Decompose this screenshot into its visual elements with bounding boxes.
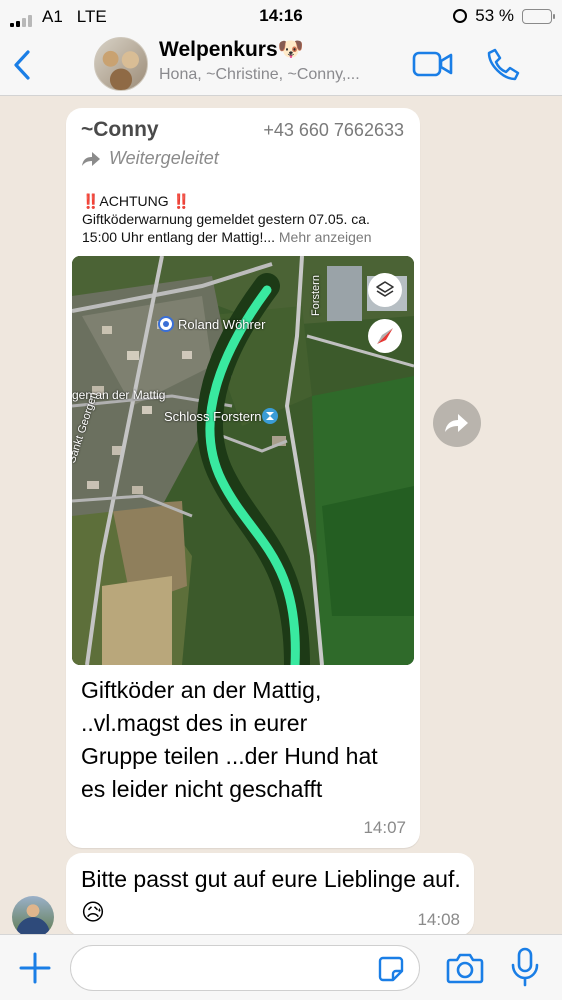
battery-percent: 53 % [475,6,514,25]
message-time: 14:07 [363,818,406,837]
message-bubble[interactable]: Bitte passt gut auf eure Lieblinge auf.😥… [66,853,474,936]
status-bar: A1 LTE 14:16 53 % [0,0,562,34]
battery-icon [522,8,555,24]
camera-icon[interactable] [446,951,484,985]
sticker-icon[interactable] [377,955,405,983]
map-label-roland: Roland Wöhrer [178,317,266,332]
alarm-icon [453,9,468,23]
share-arrow-icon [445,414,468,432]
message-bubble-forwarded[interactable]: ~Conny +43 660 7662633 Weitergeleitet ‼️… [66,108,420,848]
sender-name[interactable]: ~Conny [81,118,159,142]
group-avatar[interactable] [94,37,148,91]
microphone-icon[interactable] [510,947,540,987]
video-call-icon[interactable] [412,50,454,78]
map-label-forstern: Forstern [310,275,322,316]
link-preview-text[interactable]: ‼️ACHTUNG ‼️ Giftköderwarnung gemeldet g… [82,192,408,246]
message-time: 14:08 [417,910,460,929]
chat-members[interactable]: Hona, ~Christine, ~Conny,... [159,66,399,84]
back-chevron-icon[interactable] [10,48,36,82]
forwarded-label: Weitergeleitet [81,148,219,169]
forward-arrow-icon [82,151,100,166]
message-input[interactable] [70,945,420,991]
message-text: Giftköder an der Mattig, ..vl.magst des … [81,677,378,802]
compose-bar [0,934,562,1000]
map-image[interactable]: Roland Wöhrer Schloss Forstern gen an de… [72,256,414,665]
map-label-schloss: Schloss Forstern [164,409,262,424]
sender-phone[interactable]: +43 660 7662633 [263,120,404,141]
plus-icon[interactable] [18,951,52,985]
chat-title[interactable]: Welpenkurs🐶 [159,38,304,62]
message-text: Bitte passt gut auf eure Lieblinge auf.😥 [81,866,461,925]
forwarded-text: Weitergeleitet [109,148,219,168]
phone-call-icon[interactable] [486,46,520,82]
sender-avatar[interactable] [12,896,54,938]
show-more-link[interactable]: Mehr anzeigen [279,229,372,245]
preview-title: ‼️ACHTUNG ‼️ [82,193,190,209]
chat-header: Welpenkurs🐶 Hona, ~Christine, ~Conny,... [0,34,562,96]
forward-share-button[interactable] [433,399,481,447]
